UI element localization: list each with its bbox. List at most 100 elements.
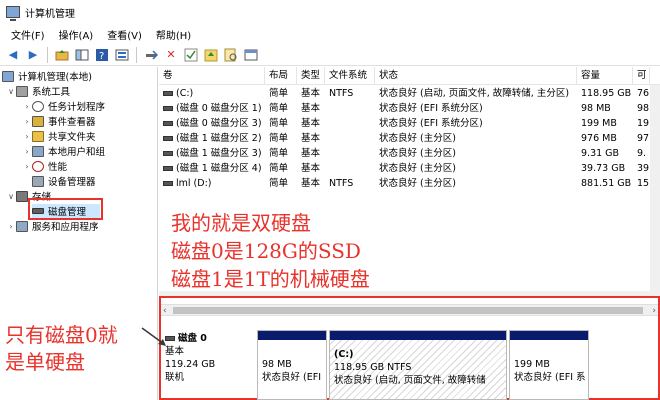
computer-icon xyxy=(2,70,14,82)
partition-size: 199 MB xyxy=(514,359,550,370)
title-bar: 计算机管理 xyxy=(0,0,660,24)
volume-layout: 简单 xyxy=(269,133,289,144)
menu-action[interactable]: 操作(A) xyxy=(52,25,101,44)
up-folder-icon[interactable] xyxy=(53,46,71,64)
expand-chevron-icon[interactable]: › xyxy=(22,117,32,126)
volume-type: 基本 xyxy=(301,118,321,129)
menu-view[interactable]: 查看(V) xyxy=(100,25,149,44)
tree-item-device-manager[interactable]: 设备管理器 xyxy=(22,174,96,188)
horizontal-scrollbar[interactable]: ‹ › xyxy=(161,304,658,316)
column-volume[interactable]: 卷 xyxy=(159,67,265,85)
table-row[interactable]: (磁盘 0 磁盘分区 1) 简单 基本 状态良好 (EFI 系统分区) 98 M… xyxy=(159,101,660,116)
column-capacity[interactable]: 容量 xyxy=(577,67,633,85)
menu-help[interactable]: 帮助(H) xyxy=(149,25,198,44)
tree-label: 计算机管理(本地) xyxy=(18,72,92,83)
menu-file[interactable]: 文件(F) xyxy=(4,25,52,44)
volume-layout: 简单 xyxy=(269,178,289,189)
partition-status: 状态良好 (EFI 系 xyxy=(514,372,586,383)
partition-c[interactable]: (C:) 118.95 GB NTFS 状态良好 (启动, 页面文件, 故障转储 xyxy=(329,330,507,400)
tree-item-root[interactable]: 计算机管理(本地) xyxy=(2,69,92,83)
volume-list: 卷 布局 类型 文件系统 状态 容量 可 (C:) 简单 基本 NTFS 状态良… xyxy=(159,67,660,291)
window-title: 计算机管理 xyxy=(25,8,75,20)
expand-chevron-icon[interactable]: › xyxy=(6,222,16,231)
expand-chevron-icon[interactable]: › xyxy=(22,102,32,111)
volume-filesystem xyxy=(325,161,375,176)
back-icon[interactable]: ◀ xyxy=(4,46,22,64)
tree-item-services[interactable]: › 服务和应用程序 xyxy=(6,219,99,233)
partition-efi-3[interactable]: 199 MB 状态良好 (EFI 系 xyxy=(509,330,589,400)
column-status[interactable]: 状态 xyxy=(375,67,577,85)
volume-icon xyxy=(163,121,173,126)
tree-item-local-users[interactable]: › 本地用户和组 xyxy=(22,144,105,158)
check-icon[interactable] xyxy=(182,46,200,64)
help-icon[interactable]: ? xyxy=(93,46,111,64)
volume-name: (磁盘 1 磁盘分区 3) xyxy=(176,148,262,159)
disk-name: 磁盘 0 xyxy=(178,333,207,344)
table-row[interactable]: (磁盘 1 磁盘分区 2) 简单 基本 状态良好 (主分区) 976 MB 97 xyxy=(159,131,660,146)
tree-item-shared-folders[interactable]: › 共享文件夹 xyxy=(22,129,96,143)
disk-0-label[interactable]: 磁盘 0 基本 119.24 GB 联机 xyxy=(165,332,255,384)
volume-type: 基本 xyxy=(301,163,321,174)
column-filesystem[interactable]: 文件系统 xyxy=(325,67,375,85)
highlight-box xyxy=(28,198,103,220)
tree-item-system-tools[interactable]: ∨ 系统工具 xyxy=(6,84,70,98)
volume-capacity: 9.31 GB xyxy=(581,148,620,159)
partition-status: 状态良好 (启动, 页面文件, 故障转储 xyxy=(334,375,486,386)
volume-free: 98 xyxy=(637,103,650,114)
vertical-scrollbar[interactable] xyxy=(650,85,660,291)
console-icon[interactable] xyxy=(242,46,260,64)
folder-up-icon[interactable] xyxy=(202,46,220,64)
volume-status: 状态良好 (EFI 系统分区) xyxy=(379,103,483,114)
disk-status: 联机 xyxy=(165,372,185,383)
tools-icon xyxy=(16,85,28,97)
toolbar-divider xyxy=(136,46,137,63)
expand-chevron-icon[interactable]: › xyxy=(22,132,32,141)
computer-management-icon xyxy=(6,6,20,21)
expand-chevron-icon[interactable]: › xyxy=(22,162,32,171)
volume-free: 19 xyxy=(637,118,650,129)
scroll-right-icon[interactable]: › xyxy=(652,305,656,317)
tree-item-performance[interactable]: › 性能 xyxy=(22,159,67,173)
show-hide-tree-icon[interactable] xyxy=(73,46,91,64)
volume-icon xyxy=(163,181,173,186)
properties-icon[interactable] xyxy=(113,46,131,64)
table-row[interactable]: (磁盘 1 磁盘分区 4) 简单 基本 状态良好 (主分区) 39.73 GB … xyxy=(159,161,660,176)
column-free[interactable]: 可 xyxy=(633,67,650,85)
volume-filesystem xyxy=(325,131,375,146)
table-row[interactable]: lml (D:) 简单 基本 NTFS 状态良好 (主分区) 881.51 GB… xyxy=(159,176,660,191)
search-document-icon[interactable] xyxy=(222,46,240,64)
table-row[interactable]: (C:) 简单 基本 NTFS 状态良好 (启动, 页面文件, 故障转储, 主分… xyxy=(159,86,660,101)
tree-label: 系统工具 xyxy=(32,87,71,98)
partition-efi-1[interactable]: 98 MB 状态良好 (EFI xyxy=(257,330,327,400)
tree-item-task-scheduler[interactable]: › 任务计划程序 xyxy=(22,99,105,113)
tree-label: 设备管理器 xyxy=(48,177,96,188)
forward-icon[interactable]: ▶ xyxy=(24,46,42,64)
tree-label: 任务计划程序 xyxy=(48,102,106,113)
volume-capacity: 199 MB xyxy=(581,118,617,129)
volume-type: 基本 xyxy=(301,178,321,189)
volume-type: 基本 xyxy=(301,133,321,144)
volume-status: 状态良好 (主分区) xyxy=(379,178,456,189)
delete-icon[interactable]: ✕ xyxy=(162,46,180,64)
volume-filesystem: NTFS xyxy=(329,178,354,189)
scroll-thumb[interactable] xyxy=(173,307,643,314)
collapse-chevron-icon[interactable]: ∨ xyxy=(6,87,16,96)
expand-chevron-icon[interactable]: › xyxy=(22,147,32,156)
tree-label: 事件查看器 xyxy=(48,117,96,128)
collapse-chevron-icon[interactable]: ∨ xyxy=(6,192,16,201)
connect-icon[interactable] xyxy=(142,46,160,64)
column-type[interactable]: 类型 xyxy=(297,67,325,85)
volume-name: (磁盘 1 磁盘分区 2) xyxy=(176,133,262,144)
volume-filesystem xyxy=(325,101,375,116)
tree-label: 服务和应用程序 xyxy=(32,222,99,233)
table-row[interactable]: (磁盘 1 磁盘分区 3) 简单 基本 状态良好 (主分区) 9.31 GB 9… xyxy=(159,146,660,161)
table-row[interactable]: (磁盘 0 磁盘分区 3) 简单 基本 状态良好 (EFI 系统分区) 199 … xyxy=(159,116,660,131)
volume-capacity: 118.95 GB xyxy=(581,88,632,99)
volume-layout: 简单 xyxy=(269,88,289,99)
tree-item-event-viewer[interactable]: › 事件查看器 xyxy=(22,114,96,128)
column-layout[interactable]: 布局 xyxy=(265,67,297,85)
volume-layout: 简单 xyxy=(269,103,289,114)
scroll-left-icon[interactable]: ‹ xyxy=(163,305,167,317)
annotation-left: 只有磁盘0就 是单硬盘 xyxy=(5,322,118,376)
partition-size: 98 MB xyxy=(262,359,292,370)
